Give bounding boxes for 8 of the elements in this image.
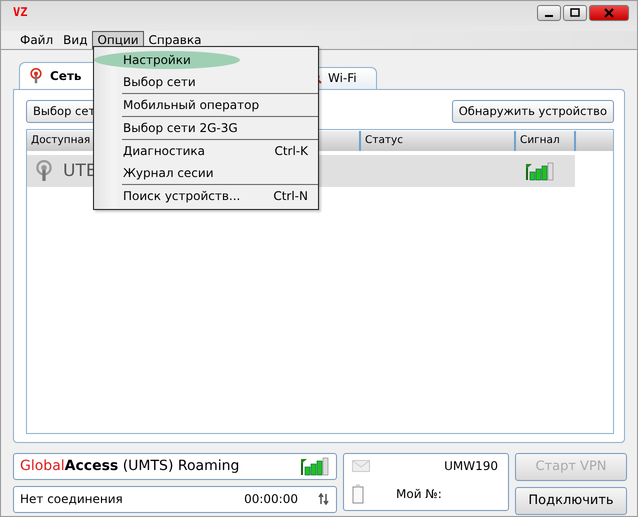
device-model: UMW190 — [444, 459, 498, 474]
connection-timer: 00:00:00 — [244, 492, 298, 506]
column-header: Статус — [361, 130, 516, 151]
column-header: Сигнал — [516, 130, 576, 151]
my-number-label: Мой №: — [395, 487, 443, 502]
operator-name: GlobalAccess (UMTS) Roaming — [20, 458, 240, 474]
connection-status: Нет соединения — [20, 492, 123, 506]
window-title: VZ — [13, 5, 28, 19]
